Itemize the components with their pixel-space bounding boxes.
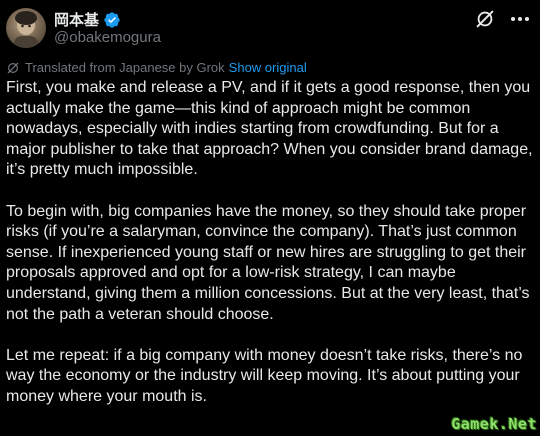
translation-notice: Translated from Japanese by Grok Show or… [6, 60, 307, 75]
translation-label: Translated from Japanese by Grok [25, 60, 225, 75]
avatar[interactable] [6, 8, 46, 48]
watermark: Gamek.Net [451, 415, 537, 433]
tweet-header: 岡本基 @obakemogura [0, 0, 540, 56]
tweet-paragraph: Let me repeat: if a big company with mon… [6, 346, 523, 405]
grok-translate-icon [6, 61, 20, 75]
show-original-link[interactable]: Show original [229, 60, 307, 75]
display-name[interactable]: 岡本基 [54, 9, 99, 30]
tweet-paragraph: First, you make and release a PV, and if… [6, 79, 533, 179]
name-row: 岡本基 [54, 9, 121, 30]
avatar-image [14, 11, 38, 48]
more-options-icon[interactable] [508, 8, 532, 30]
user-handle[interactable]: @obakemogura [54, 29, 161, 46]
tweet-text: First, you make and release a PV, and if… [6, 78, 536, 408]
grok-icon[interactable] [474, 8, 496, 30]
tweet-paragraph: To begin with, big companies have the mo… [6, 202, 530, 323]
verified-badge-icon [103, 11, 121, 29]
